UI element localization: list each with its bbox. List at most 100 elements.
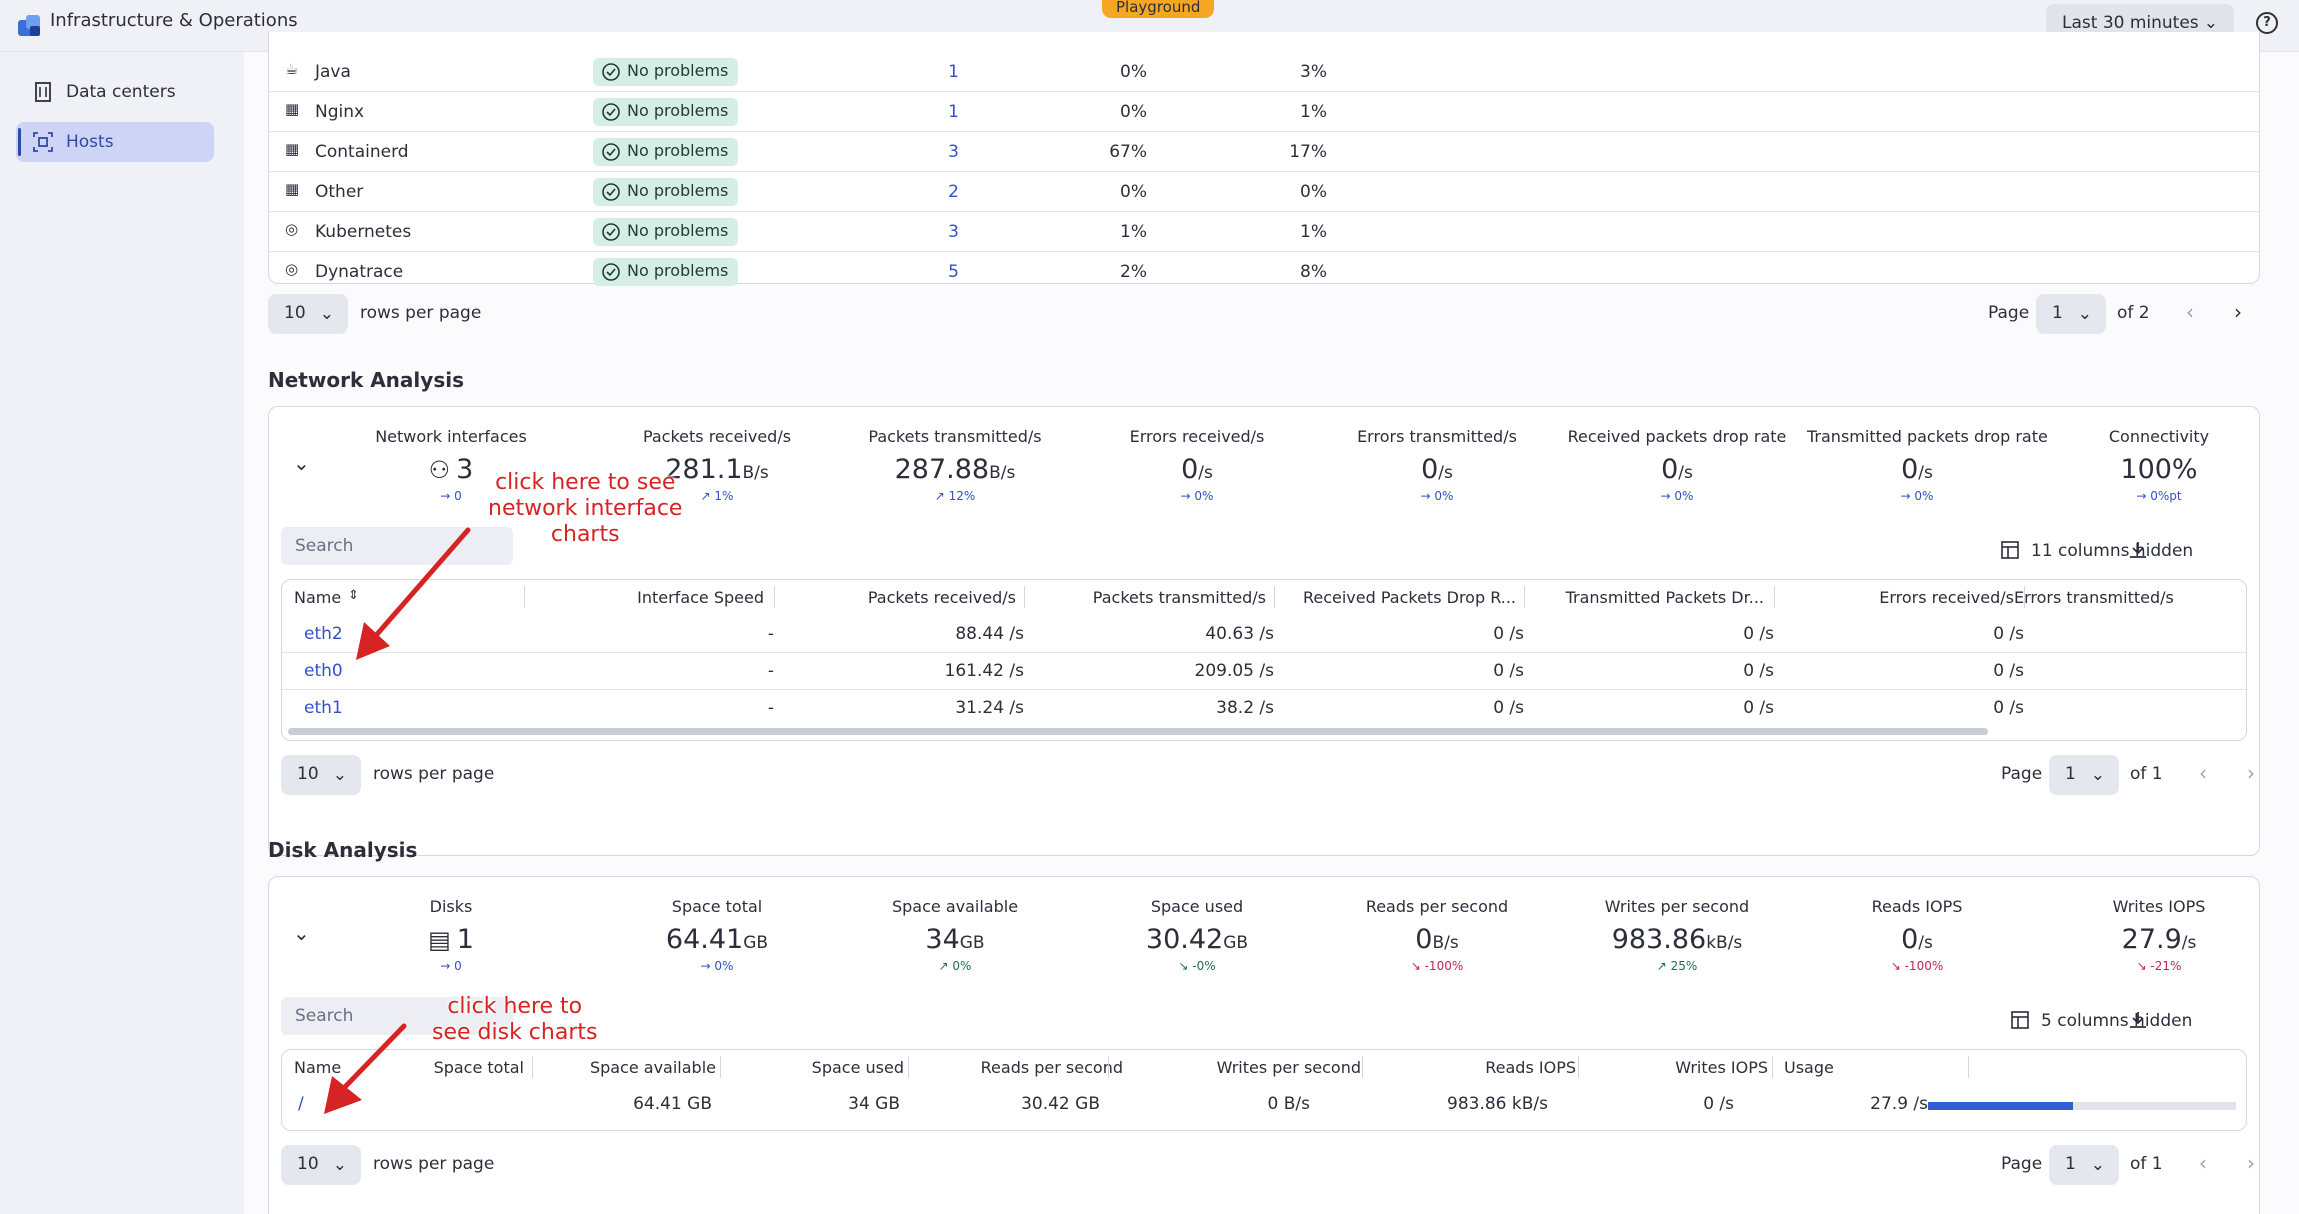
cell-tx: 40.63 /s [1205,624,1274,644]
chevron-down-icon: ⌄ [2077,304,2092,324]
usage-bar [1928,1102,2236,1110]
column-header[interactable]: Space available [590,1058,716,1077]
next-page-icon[interactable]: › [2247,1151,2255,1175]
column-header[interactable]: Writes per second [1217,1058,1361,1077]
interface-name-link[interactable]: eth0 [304,661,343,681]
column-divider [1024,586,1025,608]
table-row[interactable]: ☕ Java No problems 1 0% 3% [269,52,2259,92]
table-row[interactable]: eth1 - 31.24 /s 38.2 /s 0 /s 0 /s 0 /s [282,690,2246,727]
process-name: Containerd [315,142,409,162]
table-row[interactable]: ◎ Kubernetes No problems 3 1% 1% [269,212,2259,252]
metric-unit: GB [959,933,985,953]
metric-delta: ↗ 25% [1656,959,1698,973]
metric-delta: ↘ -100% [1890,959,1944,973]
download-icon[interactable] [2127,539,2149,561]
column-header[interactable]: Space used [812,1058,904,1077]
table-row[interactable]: eth0 - 161.42 /s 209.05 /s 0 /s 0 /s 0 /s [282,653,2246,690]
page-select[interactable]: 1 ⌄ [2049,1145,2119,1185]
column-header[interactable]: Transmitted Packets Dr... [1566,588,1764,607]
collapse-chevron-icon[interactable]: ⌄ [293,451,310,475]
table-row[interactable]: / 64.41 GB 34 GB 30.42 GB 0 B/s 983.86 kB/s 0 … [282,1086,2246,1126]
column-header[interactable]: Space total [434,1058,524,1077]
rows-per-page-select[interactable]: 10 ⌄ [281,755,361,795]
metric-value: 983.86kB/s [1567,924,1787,955]
metric-tile: Writes IOPS 27.9/s ↘ -21% [2049,897,2269,973]
process-memory: 0% [1300,182,1327,202]
page-select[interactable]: 1 ⌄ [2036,294,2106,334]
check-circle-icon [602,103,620,121]
cell-tx: 209.05 /s [1194,661,1274,681]
rows-per-page-select[interactable]: 10 ⌄ [268,294,348,334]
table-row[interactable]: ▦ Other No problems 2 0% 0% [269,172,2259,212]
metric-unit: /s [1198,463,1213,483]
metric-unit: /s [1678,463,1693,483]
columns-hidden-button[interactable]: 11 columns hidden [2001,541,2193,561]
metric-tile: Disks ▤ 1 → 0 [341,897,561,973]
sidebar-item-data-centers[interactable]: Data centers [16,72,214,112]
cell-rx: 161.42 /s [944,661,1024,681]
column-divider [774,586,775,608]
column-header[interactable]: Usage [1784,1058,1834,1077]
column-header[interactable]: Reads IOPS [1485,1058,1576,1077]
interface-name-link[interactable]: eth1 [304,698,343,718]
cell-txdrop: 0 /s [1743,698,1774,718]
app-icon: ▦ [285,140,300,158]
process-memory: 17% [1289,142,1327,162]
prev-page-icon[interactable]: ‹ [2186,300,2194,324]
prev-page-icon[interactable]: ‹ [2199,1151,2207,1175]
column-header[interactable]: Reads per second [981,1058,1123,1077]
disk-name-link[interactable]: / [298,1094,304,1114]
collapse-chevron-icon[interactable]: ⌄ [293,921,310,945]
column-header[interactable]: Writes IOPS [1675,1058,1768,1077]
column-header[interactable]: Packets received/s [868,588,1016,607]
metric-number: 64.41 [665,924,744,955]
next-page-icon[interactable]: › [2234,300,2242,324]
metric-label: Disks [429,897,473,916]
column-header[interactable]: Errors transmitted/s [2014,588,2174,607]
column-header[interactable]: Name [294,588,341,607]
horizontal-scrollbar[interactable] [288,728,1988,735]
table-icon [2001,541,2019,559]
status-badge: No problems [593,178,739,206]
metric-tile: Errors received/s 0/s → 0% [1087,427,1307,503]
table-row[interactable]: eth2 - 88.44 /s 40.63 /s 0 /s 0 /s 0 /s [282,616,2246,653]
prev-page-icon[interactable]: ‹ [2199,761,2207,785]
next-page-icon[interactable]: › [2247,761,2255,785]
metric-unit: GB [743,933,769,953]
interface-name-link[interactable]: eth2 [304,624,343,644]
metric-label: Space available [891,897,1019,916]
cell-err: 0 /s [1993,624,2024,644]
help-icon[interactable]: ? [2256,12,2278,34]
metric-unit: kB/s [1706,933,1743,953]
metric-value: 64.41GB [607,924,827,955]
process-memory: 1% [1300,222,1327,242]
metric-value: 100% [2049,454,2269,485]
column-header[interactable]: Packets transmitted/s [1093,588,1266,607]
process-cpu: 1% [1120,222,1147,242]
metric-number: 983.86 [1611,924,1707,955]
metric-number: 0 [1421,454,1439,485]
sidebar-item-hosts[interactable]: Hosts [16,122,214,162]
column-header[interactable]: Errors received/s [1879,588,2014,607]
columns-hidden-button[interactable]: 5 columns hidden [2011,1011,2192,1031]
process-name: Java [315,62,351,82]
metric-number: 287.88 [894,454,990,485]
cell-speed: - [767,661,774,681]
column-divider [1968,1056,1969,1078]
table-row[interactable]: ◎ Dynatrace No problems 5 2% 8% [269,252,2259,292]
app-icon: ▦ [285,180,300,198]
metric-delta: ↗ 0% [938,959,972,973]
page-select[interactable]: 1 ⌄ [2049,755,2119,795]
metric-label: Packets transmitted/s [868,427,1042,446]
column-divider [2024,586,2025,608]
rows-per-page-select[interactable]: 10 ⌄ [281,1145,361,1185]
metric-label: Errors received/s [1129,427,1265,446]
columns-hidden-label: 5 columns hidden [2041,1011,2193,1031]
metric-number: 0 [1181,454,1199,485]
table-row[interactable]: ▦ Nginx No problems 1 0% 1% [269,92,2259,132]
table-row[interactable]: ▦ Containerd No problems 3 67% 17% [269,132,2259,172]
rows-per-page-label: rows per page [373,1154,495,1174]
column-header[interactable]: Received Packets Drop R... [1303,588,1516,607]
download-icon[interactable] [2127,1009,2149,1031]
column-header[interactable]: Interface Speed [637,588,764,607]
